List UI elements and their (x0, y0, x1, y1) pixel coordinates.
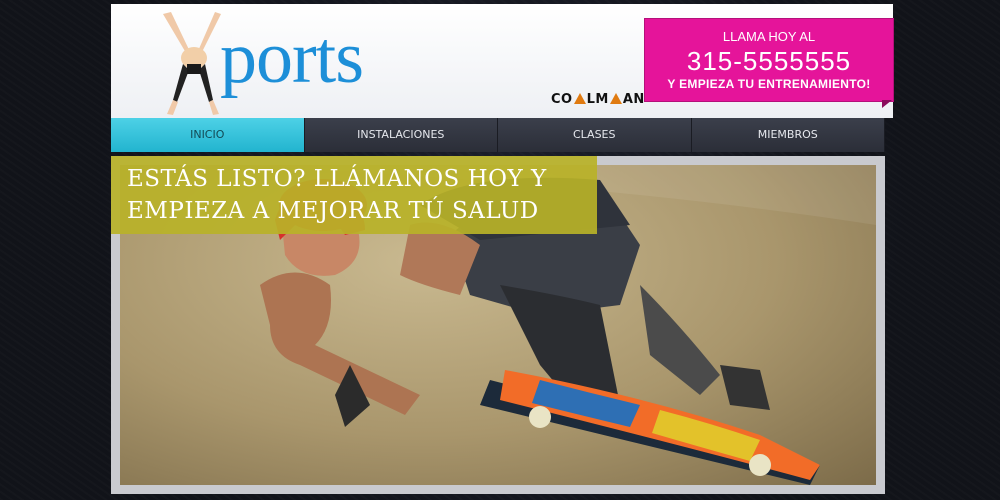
site-header: ports CO LM AN LLAMA HOY AL 315-5555555 Y … (111, 4, 894, 118)
hero-caption-text: ESTÁS LISTO? LLÁMANOS HOY Y EMPIEZA A ME… (127, 166, 547, 224)
brand-triangle-icon (573, 93, 586, 104)
brand-text-2: LM (586, 92, 609, 107)
cta-call-label: LLAMA HOY AL (722, 29, 816, 44)
brand-text-3: AN (622, 92, 645, 107)
nav-item-instalaciones[interactable]: INSTALACIONES (304, 118, 498, 152)
nav-item-miembros[interactable]: MIEMBROS (691, 118, 885, 152)
cta-tagline: Y EMPIEZA TU ENTRENAMIENTO! (667, 77, 871, 91)
brand-triangle-icon (609, 93, 622, 104)
brand-text-1: CO (551, 92, 573, 107)
website-page: ports CO LM AN LLAMA HOY AL 315-5555555 Y … (111, 4, 894, 496)
nav-item-clases[interactable]: CLASES (498, 118, 692, 152)
call-to-action-banner[interactable]: LLAMA HOY AL 315-5555555 Y EMPIEZA TU EN… (644, 18, 894, 102)
hero-caption: ESTÁS LISTO? LLÁMANOS HOY Y EMPIEZA A ME… (111, 156, 597, 234)
logo-wordmark: ports (220, 17, 364, 99)
site-logo[interactable]: ports (159, 12, 364, 116)
logo-figure-icon (163, 12, 221, 115)
cta-ribbon-fold (882, 100, 892, 108)
main-nav: INICIO INSTALACIONES CLASES MIEMBROS (111, 118, 885, 152)
cta-phone-number[interactable]: 315-5555555 (645, 46, 893, 76)
colman-brand-logo: CO LM AN (551, 92, 645, 107)
nav-item-inicio[interactable]: INICIO (111, 118, 305, 152)
